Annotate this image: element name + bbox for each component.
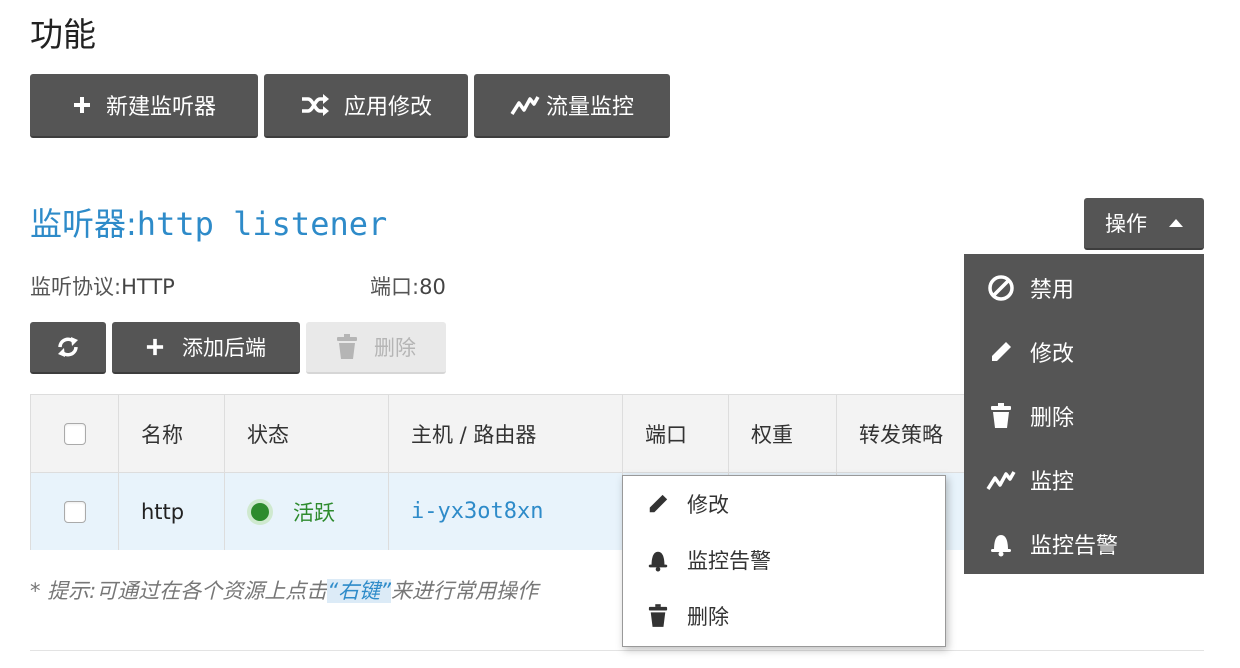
pencil-icon xyxy=(986,340,1016,364)
cell-host-link[interactable]: i-yx3ot8xn xyxy=(389,473,623,550)
refresh-icon xyxy=(55,334,81,360)
plus-icon xyxy=(146,338,164,356)
shuffle-icon xyxy=(300,94,330,116)
protocol-info: 监听协议:HTTP xyxy=(30,272,175,302)
ops-item-disable[interactable]: 禁用 xyxy=(964,256,1204,320)
table-header: 名称 状态 主机 / 路由器 端口 权重 转发策略 xyxy=(31,395,977,473)
hint-suffix: 来进行常用操作 xyxy=(391,579,539,603)
operations-menu: 禁用 修改 删除 监控 监控告警 xyxy=(964,254,1204,574)
chart-icon xyxy=(986,469,1016,491)
cell-name: http xyxy=(119,473,225,550)
page-title: 功能 xyxy=(30,15,96,54)
header-checkbox-cell xyxy=(31,395,119,472)
add-backend-label: 添加后端 xyxy=(182,336,266,360)
column-weight[interactable]: 权重 xyxy=(729,395,837,472)
status-dot-icon xyxy=(247,498,273,525)
ctx-item-label: 修改 xyxy=(687,493,729,517)
ops-item-label: 监控告警 xyxy=(1030,534,1119,559)
chart-icon xyxy=(510,94,540,116)
bell-icon xyxy=(645,547,671,573)
port-value: 80 xyxy=(419,275,446,299)
traffic-monitor-button[interactable]: 流量监控 xyxy=(474,74,670,138)
ctx-item-label: 监控告警 xyxy=(687,549,771,573)
trash-icon xyxy=(645,604,671,628)
refresh-button[interactable] xyxy=(30,322,106,374)
apply-changes-label: 应用修改 xyxy=(343,95,432,120)
hint-prefix: * 提示:可通过在各个资源上点击 xyxy=(30,579,328,603)
protocol-label: 监听协议: xyxy=(30,275,122,299)
ctx-item-edit[interactable]: 修改 xyxy=(623,476,945,532)
ban-icon xyxy=(986,274,1016,302)
plus-icon xyxy=(72,95,92,115)
operations-label: 操作 xyxy=(1105,212,1147,236)
ctx-item-delete[interactable]: 删除 xyxy=(623,588,945,644)
ops-item-label: 监控 xyxy=(1030,470,1075,495)
ctx-item-label: 删除 xyxy=(687,605,729,629)
cell-status: 活跃 xyxy=(225,473,389,550)
operations-button[interactable]: 操作 xyxy=(1084,198,1204,250)
column-name[interactable]: 名称 xyxy=(119,395,225,472)
delete-backend-label: 删除 xyxy=(374,336,416,360)
ops-item-label: 修改 xyxy=(1030,342,1075,367)
caret-up-icon xyxy=(1169,219,1183,227)
column-port[interactable]: 端口 xyxy=(623,395,729,472)
port-info: 端口:80 xyxy=(370,272,446,302)
new-listener-button[interactable]: 新建监听器 xyxy=(30,74,258,138)
bell-icon xyxy=(986,531,1016,557)
ops-item-delete[interactable]: 删除 xyxy=(964,384,1204,448)
status-label: 活跃 xyxy=(293,500,335,525)
column-status[interactable]: 状态 xyxy=(225,395,389,472)
listener-name: http listener xyxy=(136,205,388,243)
column-policy[interactable]: 转发策略 xyxy=(837,395,979,472)
port-label: 端口: xyxy=(370,275,420,299)
ops-item-monitor[interactable]: 监控 xyxy=(964,448,1204,512)
apply-changes-button[interactable]: 应用修改 xyxy=(264,74,468,138)
pencil-icon xyxy=(645,493,671,515)
trash-icon xyxy=(986,403,1016,429)
ops-item-edit[interactable]: 修改 xyxy=(964,320,1204,384)
delete-backend-button[interactable]: 删除 xyxy=(306,322,446,374)
listener-title-prefix: 监听器: xyxy=(30,205,137,243)
row-checkbox-cell xyxy=(31,473,119,550)
divider xyxy=(30,650,1204,651)
select-all-checkbox[interactable] xyxy=(63,422,86,445)
ops-item-label: 禁用 xyxy=(1030,278,1075,303)
column-host[interactable]: 主机 / 路由器 xyxy=(389,395,623,472)
ops-item-label: 删除 xyxy=(1030,406,1075,431)
traffic-monitor-label: 流量监控 xyxy=(545,95,634,120)
add-backend-button[interactable]: 添加后端 xyxy=(112,322,300,374)
row-checkbox[interactable] xyxy=(63,500,86,523)
ctx-item-alarm[interactable]: 监控告警 xyxy=(623,532,945,588)
trash-icon xyxy=(336,334,358,360)
hint-highlight: “右键” xyxy=(327,579,392,603)
listener-title: 监听器:http listener xyxy=(30,202,387,246)
protocol-value: HTTP xyxy=(121,275,175,299)
ops-item-alarm[interactable]: 监控告警 xyxy=(964,512,1204,576)
new-listener-label: 新建监听器 xyxy=(105,95,216,120)
hint-text: * 提示:可通过在各个资源上点击“右键”来进行常用操作 xyxy=(30,574,538,608)
context-menu: 修改 监控告警 删除 xyxy=(622,475,946,647)
